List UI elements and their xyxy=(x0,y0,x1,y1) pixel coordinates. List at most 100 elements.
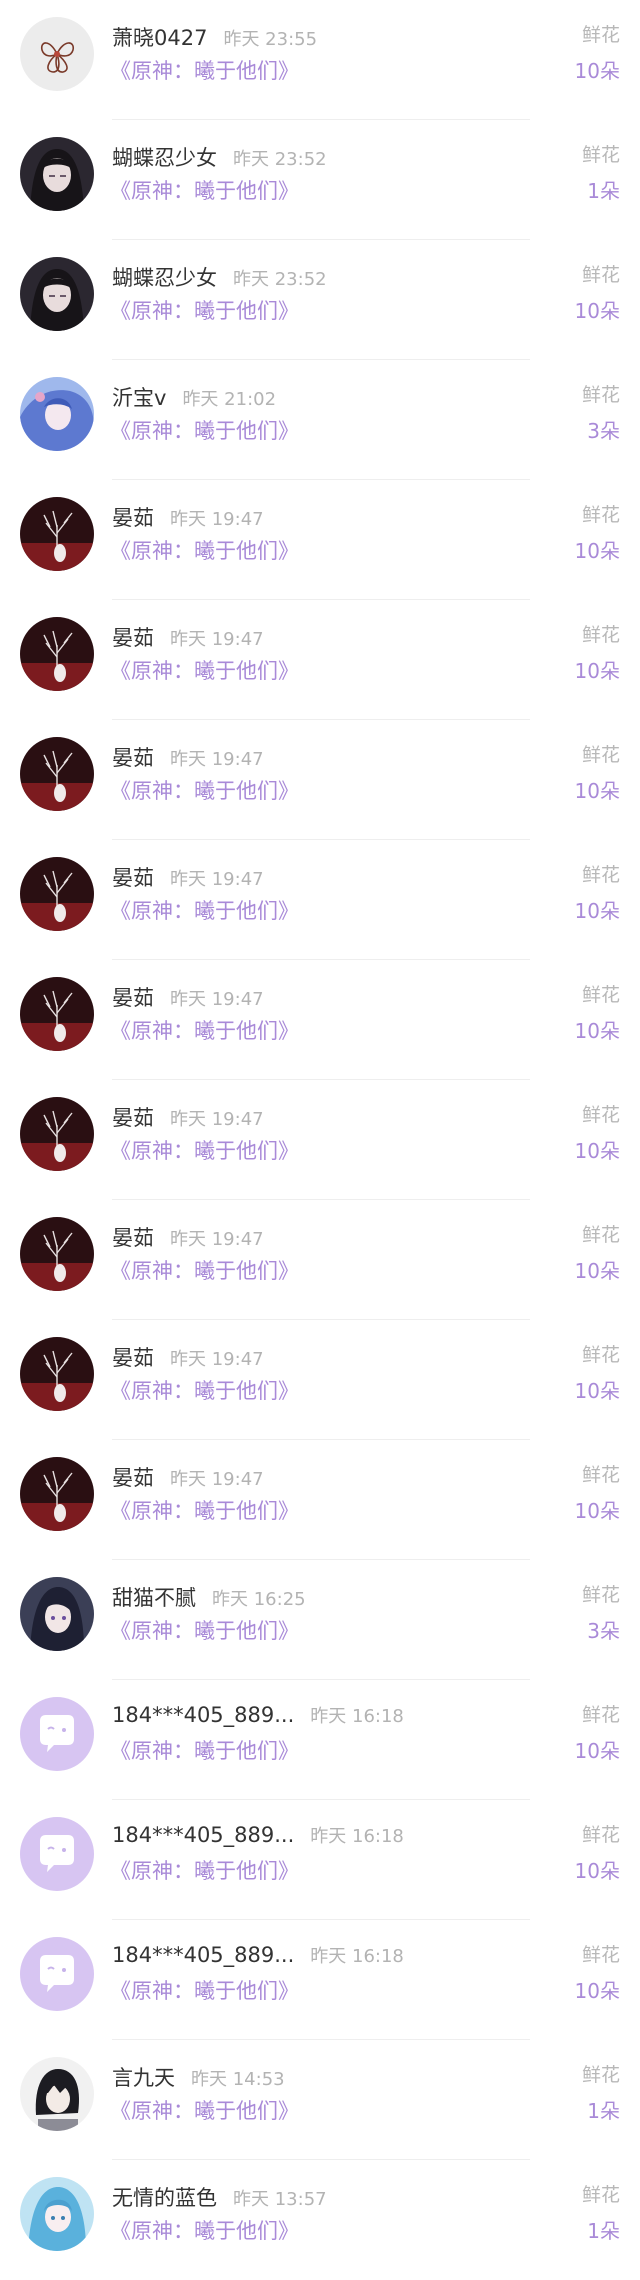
dark-hair-girl-avatar[interactable] xyxy=(20,1577,94,1651)
gift-count: 10朵 xyxy=(574,1139,620,1163)
gift-record-row[interactable]: 晏茹 昨天 19:47 《原神：曦于他们》 鲜花 10朵 xyxy=(0,1200,640,1320)
user-name[interactable]: 沂宝v xyxy=(112,382,166,412)
user-name[interactable]: 184***405_889... xyxy=(112,1943,294,1967)
book-title-link[interactable]: 《原神：曦于他们》 xyxy=(110,1495,299,1525)
blue-hair-girl-avatar[interactable] xyxy=(20,2177,94,2251)
red-tree-art-avatar[interactable] xyxy=(20,1097,94,1171)
user-info-line: 无情的蓝色 昨天 13:57 xyxy=(112,2182,327,2214)
timestamp: 昨天 23:52 xyxy=(233,149,327,170)
default-chat-bubble-avatar[interactable] xyxy=(20,1697,94,1771)
book-title-link[interactable]: 《原神：曦于他们》 xyxy=(110,1255,299,1285)
gift-record-row[interactable]: 沂宝v 昨天 21:02 《原神：曦于他们》 鲜花 3朵 xyxy=(0,360,640,480)
gift-record-row[interactable]: 184***405_889... 昨天 16:18 《原神：曦于他们》 鲜花 10朵 xyxy=(0,1920,640,2040)
book-title-link[interactable]: 《原神：曦于他们》 xyxy=(110,775,299,805)
user-name[interactable]: 晏茹 xyxy=(112,622,154,652)
user-name[interactable]: 萧晓0427 xyxy=(112,22,207,52)
gift-record-row[interactable]: 甜猫不腻 昨天 16:25 《原神：曦于他们》 鲜花 3朵 xyxy=(0,1560,640,1680)
user-name[interactable]: 晏茹 xyxy=(112,1222,154,1252)
red-tree-art-avatar[interactable] xyxy=(20,737,94,811)
book-title-link[interactable]: 《原神：曦于他们》 xyxy=(110,1135,299,1165)
anime-girl-dark-avatar[interactable] xyxy=(20,257,94,331)
red-tree-art-avatar[interactable] xyxy=(20,977,94,1051)
user-name[interactable]: 184***405_889... xyxy=(112,1823,294,1847)
gift-type-label: 鲜花 xyxy=(581,144,620,166)
anime-boy-avatar[interactable] xyxy=(20,2057,94,2131)
book-title-link[interactable]: 《原神：曦于他们》 xyxy=(110,55,299,85)
user-name[interactable]: 晏茹 xyxy=(112,982,154,1012)
gift-record-row[interactable]: 蝴蝶忍少女 昨天 23:52 《原神：曦于他们》 鲜花 10朵 xyxy=(0,240,640,360)
user-name[interactable]: 晏茹 xyxy=(112,742,154,772)
book-title-link[interactable]: 《原神：曦于他们》 xyxy=(110,2095,299,2125)
gift-record-row[interactable]: 萧晓0427 昨天 23:55 《原神：曦于他们》 鲜花 10朵 xyxy=(0,0,640,120)
timestamp: 昨天 16:18 xyxy=(310,1826,404,1847)
gift-type-label: 鲜花 xyxy=(581,1704,620,1726)
flower-sketch-avatar[interactable] xyxy=(20,17,94,91)
book-title-link[interactable]: 《原神：曦于他们》 xyxy=(110,1735,299,1765)
user-name[interactable]: 蝴蝶忍少女 xyxy=(112,262,217,292)
gift-record-row[interactable]: 184***405_889... 昨天 16:18 《原神：曦于他们》 鲜花 10朵 xyxy=(0,1680,640,1800)
gift-record-row[interactable]: 晏茹 昨天 19:47 《原神：曦于他们》 鲜花 10朵 xyxy=(0,960,640,1080)
gift-record-row[interactable]: 晏茹 昨天 19:47 《原神：曦于他们》 鲜花 10朵 xyxy=(0,600,640,720)
red-tree-art-avatar[interactable] xyxy=(20,1337,94,1411)
gift-record-row[interactable]: 晏茹 昨天 19:47 《原神：曦于他们》 鲜花 10朵 xyxy=(0,1080,640,1200)
gift-type-label: 鲜花 xyxy=(581,24,620,46)
book-title-link[interactable]: 《原神：曦于他们》 xyxy=(110,1015,299,1045)
red-tree-art-avatar[interactable] xyxy=(20,1457,94,1531)
gift-record-row[interactable]: 晏茹 昨天 19:47 《原神：曦于他们》 鲜花 10朵 xyxy=(0,1440,640,1560)
book-title-link[interactable]: 《原神：曦于他们》 xyxy=(110,295,299,325)
blue-anime-girl-avatar[interactable] xyxy=(20,377,94,451)
red-tree-art-avatar[interactable] xyxy=(20,1217,94,1291)
timestamp: 昨天 19:47 xyxy=(170,989,264,1010)
user-name[interactable]: 184***405_889... xyxy=(112,1703,294,1727)
gift-record-row[interactable]: 蝴蝶忍少女 昨天 23:52 《原神：曦于他们》 鲜花 1朵 xyxy=(0,120,640,240)
user-name[interactable]: 蝴蝶忍少女 xyxy=(112,142,217,172)
timestamp: 昨天 14:53 xyxy=(191,2069,285,2090)
user-info-line: 蝴蝶忍少女 昨天 23:52 xyxy=(112,142,327,174)
red-tree-art-avatar[interactable] xyxy=(20,857,94,931)
user-name[interactable]: 晏茹 xyxy=(112,862,154,892)
gift-record-row[interactable]: 无情的蓝色 昨天 13:57 《原神：曦于他们》 鲜花 1朵 xyxy=(0,2160,640,2280)
gift-type-label: 鲜花 xyxy=(581,1464,620,1486)
user-name[interactable]: 甜猫不腻 xyxy=(112,1582,196,1612)
red-tree-art-avatar[interactable] xyxy=(20,497,94,571)
anime-girl-dark-avatar[interactable] xyxy=(20,137,94,211)
book-title-link[interactable]: 《原神：曦于他们》 xyxy=(110,655,299,685)
gift-record-row[interactable]: 晏茹 昨天 19:47 《原神：曦于他们》 鲜花 10朵 xyxy=(0,1320,640,1440)
gift-record-row[interactable]: 晏茹 昨天 19:47 《原神：曦于他们》 鲜花 10朵 xyxy=(0,720,640,840)
book-title-link[interactable]: 《原神：曦于他们》 xyxy=(110,1615,299,1645)
user-name[interactable]: 言九天 xyxy=(112,2062,175,2092)
user-info-line: 沂宝v 昨天 21:02 xyxy=(112,382,276,414)
timestamp: 昨天 19:47 xyxy=(170,749,264,770)
gift-record-row[interactable]: 184***405_889... 昨天 16:18 《原神：曦于他们》 鲜花 10朵 xyxy=(0,1800,640,1920)
user-name[interactable]: 晏茹 xyxy=(112,502,154,532)
book-title-link[interactable]: 《原神：曦于他们》 xyxy=(110,175,299,205)
default-chat-bubble-avatar[interactable] xyxy=(20,1817,94,1891)
gift-record-row[interactable]: 晏茹 昨天 19:47 《原神：曦于他们》 鲜花 10朵 xyxy=(0,480,640,600)
book-title-link[interactable]: 《原神：曦于他们》 xyxy=(110,2215,299,2245)
user-name[interactable]: 晏茹 xyxy=(112,1342,154,1372)
book-title-link[interactable]: 《原神：曦于他们》 xyxy=(110,415,299,445)
timestamp: 昨天 23:55 xyxy=(223,29,318,50)
book-title-link[interactable]: 《原神：曦于他们》 xyxy=(110,535,299,565)
gift-count: 1朵 xyxy=(587,2219,620,2243)
gift-count: 1朵 xyxy=(587,2099,620,2123)
book-title-link[interactable]: 《原神：曦于他们》 xyxy=(110,895,299,925)
red-tree-art-avatar[interactable] xyxy=(20,617,94,691)
timestamp: 昨天 16:18 xyxy=(310,1946,404,1967)
gift-record-row[interactable]: 晏茹 昨天 19:47 《原神：曦于他们》 鲜花 10朵 xyxy=(0,840,640,960)
user-info-line: 晏茹 昨天 19:47 xyxy=(112,622,264,654)
timestamp: 昨天 16:18 xyxy=(310,1706,404,1727)
gift-count: 10朵 xyxy=(574,539,620,563)
book-title-link[interactable]: 《原神：曦于他们》 xyxy=(110,1855,299,1885)
user-name[interactable]: 无情的蓝色 xyxy=(112,2182,217,2212)
book-title-link[interactable]: 《原神：曦于他们》 xyxy=(110,1975,299,2005)
default-chat-bubble-avatar[interactable] xyxy=(20,1937,94,2011)
gift-type-label: 鲜花 xyxy=(581,1344,620,1366)
book-title-link[interactable]: 《原神：曦于他们》 xyxy=(110,1375,299,1405)
gift-type-label: 鲜花 xyxy=(581,624,620,646)
gift-record-row[interactable]: 言九天 昨天 14:53 《原神：曦于他们》 鲜花 1朵 xyxy=(0,2040,640,2160)
gift-type-label: 鲜花 xyxy=(581,744,620,766)
user-name[interactable]: 晏茹 xyxy=(112,1102,154,1132)
user-name[interactable]: 晏茹 xyxy=(112,1462,154,1492)
gift-type-label: 鲜花 xyxy=(581,1104,620,1126)
